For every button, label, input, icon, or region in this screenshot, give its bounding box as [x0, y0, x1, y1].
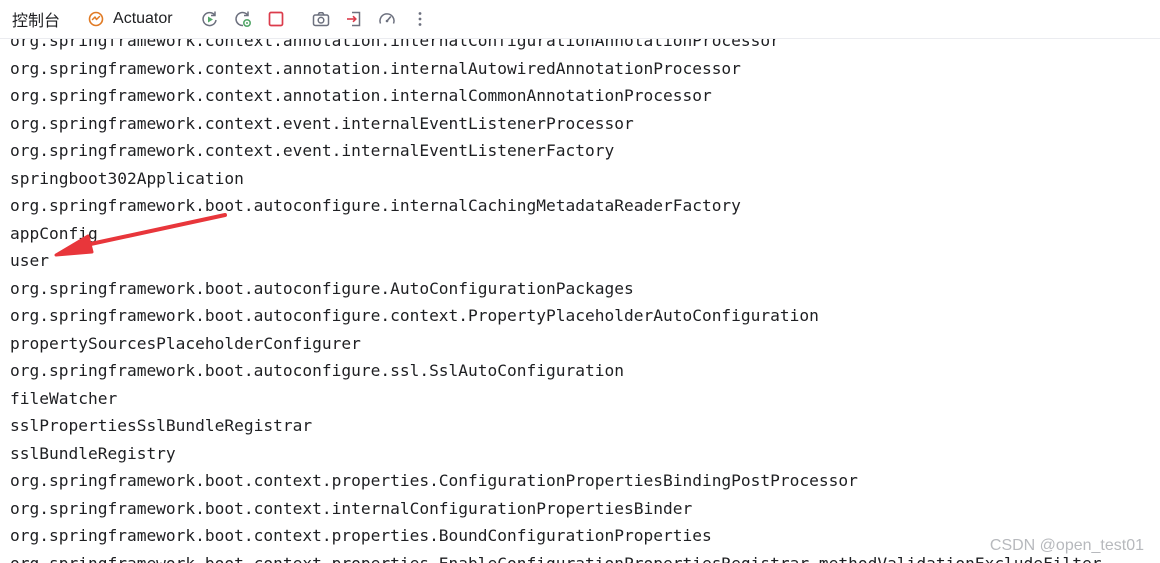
- more-vertical-icon: [418, 12, 422, 26]
- console-line: org.springframework.boot.autoconfigure.i…: [10, 196, 741, 215]
- rerun-icon: [201, 11, 217, 27]
- console-line: fileWatcher: [10, 388, 118, 408]
- camera-icon: [312, 12, 329, 27]
- console-line: propertySourcesPlaceholderConfigurer: [10, 333, 361, 353]
- restart-with-gear-icon: [234, 11, 251, 28]
- console-line: org.springframework.boot.context.propert…: [10, 553, 1102, 563]
- more-options-button[interactable]: [405, 4, 435, 34]
- profiler-button[interactable]: [372, 4, 402, 34]
- console-line: org.springframework.context.annotation.i…: [10, 39, 780, 50]
- console-line: org.springframework.boot.context.propert…: [10, 526, 712, 545]
- stop-icon: [268, 11, 283, 27]
- gauge-icon: [378, 13, 395, 24]
- console-line: user: [10, 251, 49, 270]
- exit-icon: [346, 11, 360, 27]
- tab-console[interactable]: 控制台: [0, 0, 76, 38]
- console-line: org.springframework.boot.context.interna…: [10, 498, 693, 518]
- console-line: springboot302Application: [10, 168, 244, 188]
- console-line: org.springframework.context.annotation.i…: [10, 86, 712, 105]
- rerun-button[interactable]: [195, 4, 225, 34]
- console-line: sslPropertiesSslBundleRegistrar: [10, 416, 313, 435]
- watermark: CSDN @open_test01: [987, 537, 1146, 555]
- console-line: org.springframework.boot.autoconfigure.A…: [10, 278, 634, 298]
- exit-button[interactable]: [339, 4, 369, 34]
- console-line: org.springframework.boot.autoconfigure.c…: [10, 306, 819, 325]
- console-line: org.springframework.context.event.intern…: [10, 113, 634, 133]
- restart-button[interactable]: [228, 4, 258, 34]
- console-toolbar: 控制台 Actuator: [0, 0, 1160, 39]
- console-line: org.springframework.boot.autoconfigure.s…: [10, 361, 624, 380]
- screenshot-button[interactable]: [306, 4, 336, 34]
- tab-actuator-label: Actuator: [113, 10, 173, 27]
- tab-actuator[interactable]: Actuator: [76, 0, 183, 38]
- console-line: org.springframework.boot.context.propert…: [10, 471, 858, 490]
- actuator-icon: [86, 9, 106, 29]
- console-line: org.springframework.context.annotation.i…: [10, 58, 741, 78]
- stop-button[interactable]: [261, 4, 291, 34]
- tab-console-label: 控制台: [12, 13, 61, 30]
- console-line: sslBundleRegistry: [10, 443, 176, 463]
- console-line: appConfig: [10, 223, 98, 243]
- console-line: org.springframework.context.event.intern…: [10, 141, 615, 160]
- console-lines: org.springframework.context.annotation.i…: [10, 39, 1102, 563]
- console-output[interactable]: org.springframework.context.annotation.i…: [0, 39, 1160, 563]
